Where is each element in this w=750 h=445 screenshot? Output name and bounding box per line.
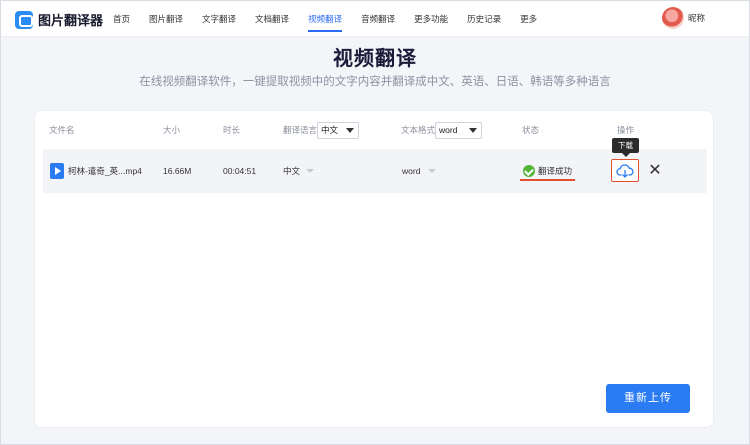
chevron-down-icon [306, 169, 314, 173]
row-file-extension: .mp4 [123, 166, 142, 176]
nav-item-home[interactable]: 首页 [113, 1, 130, 37]
row-size: 16.66M [163, 166, 192, 176]
status-badge: 翻译成功 [523, 149, 572, 193]
chat-bubble-icon [15, 10, 33, 29]
user-nickname[interactable]: 昵称 [688, 12, 705, 24]
language-select[interactable]: 中文 [317, 122, 359, 139]
status-highlight-underline [520, 179, 575, 181]
chevron-down-icon [428, 169, 436, 173]
nav-item-audio-translate[interactable]: 音频翻译 [361, 1, 395, 37]
main-nav: 首页 图片翻译 文字翻译 文档翻译 视频翻译 音频翻译 更多功能 历史记录 更多 [113, 1, 556, 37]
reupload-button[interactable]: 重新上传 [606, 384, 690, 413]
status-text: 翻译成功 [538, 166, 573, 176]
nav-item-text-translate[interactable]: 文字翻译 [202, 1, 236, 37]
header-filename: 文件名 [49, 125, 75, 135]
upload-list-card: 文件名 大小 时长 翻译语言 中文 文本格式 word 状态 操作 柯林-遣奇_… [34, 110, 714, 428]
header-duration: 时长 [223, 125, 241, 135]
video-file-icon [50, 163, 64, 179]
header-format: 文本格式 [401, 125, 436, 135]
close-icon[interactable]: ✕ [645, 161, 665, 181]
user-menu[interactable]: 昵称 [661, 7, 705, 29]
nav-item-history[interactable]: 历史记录 [467, 1, 501, 37]
header-size: 大小 [163, 125, 181, 135]
row-duration: 00:04:51 [223, 166, 257, 176]
format-select[interactable]: word [435, 122, 482, 139]
check-circle-icon [523, 165, 535, 177]
row-language: 中文 [283, 166, 301, 176]
language-select-value: 中文 [321, 125, 339, 135]
chevron-down-icon [469, 128, 477, 133]
nav-item-more[interactable]: 更多 [520, 1, 537, 37]
download-tooltip: 下载 [612, 138, 639, 157]
avatar[interactable] [661, 7, 684, 29]
nav-item-image-translate[interactable]: 图片翻译 [149, 1, 183, 37]
format-select-value: word [439, 125, 458, 135]
app-name: 图片翻译器 [38, 13, 104, 28]
app-logo[interactable]: 图片翻译器 [15, 10, 103, 29]
top-navbar: 图片翻译器 首页 图片翻译 文字翻译 文档翻译 视频翻译 音频翻译 更多功能 历… [1, 1, 749, 37]
header-status: 状态 [522, 125, 540, 135]
page-subtitle: 在线视频翻译软件，一键提取视频中的文字内容并翻译成中文、英语、日语、韩语等多种语… [139, 76, 611, 88]
nav-item-doc-translate[interactable]: 文档翻译 [255, 1, 289, 37]
nav-item-video-translate[interactable]: 视频翻译 [308, 1, 343, 37]
row-filename: 柯林-遣奇_英... [68, 166, 126, 176]
cloud-download-icon [616, 163, 634, 178]
download-button[interactable] [611, 159, 639, 182]
table-row: 柯林-遣奇_英... .mp4 16.66M 00:04:51 中文 word … [43, 149, 707, 193]
page-title: 视频翻译 [333, 48, 417, 70]
row-format: word [402, 166, 421, 176]
header-language: 翻译语言 [283, 125, 318, 135]
nav-item-more-features[interactable]: 更多功能 [414, 1, 448, 37]
chevron-down-icon [346, 128, 354, 133]
